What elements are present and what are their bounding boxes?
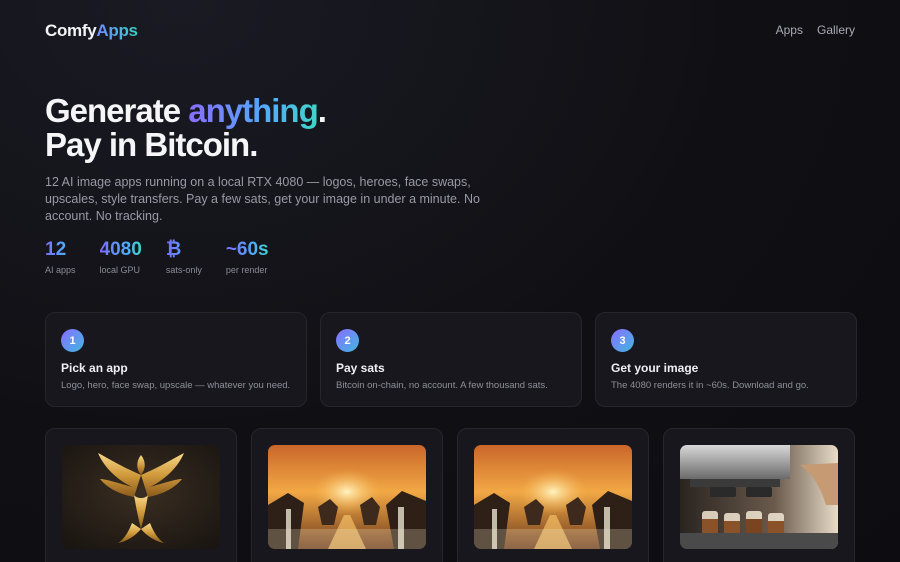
waterfall-sunset-image [268, 445, 426, 549]
how-it-works-steps: 1 Pick an app Logo, hero, face swap, ups… [45, 312, 857, 407]
stat-value: ~60s [225, 239, 269, 260]
nav-link-gallery[interactable]: Gallery [817, 23, 855, 37]
stat-label: per render [225, 265, 268, 275]
hero-title-prefix: Generate [45, 92, 189, 129]
bitcoin-icon: ₿ [166, 239, 202, 261]
nav-links: Apps Gallery [776, 23, 855, 37]
hero-title: Generate anything. Pay in Bitcoin. [45, 92, 327, 163]
stat-value: 12 [45, 239, 76, 261]
brand-name-part2: Apps [96, 21, 138, 40]
top-nav: ComfyApps Apps Gallery [0, 0, 900, 62]
step-description: Bitcoin on-chain, no account. A few thou… [336, 380, 548, 391]
step-card-get-image: 3 Get your image The 4080 renders it in … [595, 312, 857, 407]
step-card-pick-app: 1 Pick an app Logo, hero, face swap, ups… [45, 312, 307, 407]
step-number-badge: 2 [336, 329, 359, 352]
app-gallery [45, 428, 855, 562]
stat-label: local GPU [99, 265, 141, 275]
step-number-badge: 3 [611, 329, 634, 352]
hero-subtitle: 12 AI image apps running on a local RTX … [45, 175, 480, 223]
phoenix-logo-image [62, 445, 220, 549]
step-title: Pay sats [336, 361, 385, 375]
app-card-photo[interactable] [663, 428, 855, 562]
step-card-pay-sats: 2 Pay sats Bitcoin on-chain, no account.… [320, 312, 582, 407]
hero-title-line2: Pay in Bitcoin. [45, 126, 258, 163]
stat-label: AI apps [45, 265, 76, 275]
waterfall-sunset-image [474, 445, 632, 549]
hero-title-suffix: . [317, 92, 327, 129]
stat-gpu: 4080 local GPU [100, 239, 142, 275]
nav-link-apps[interactable]: Apps [776, 23, 803, 37]
step-title: Get your image [611, 361, 699, 375]
stat-render-time: ~60s per render [226, 239, 269, 275]
stat-label: sats-only [165, 265, 202, 275]
step-number-badge: 1 [61, 329, 84, 352]
step-title: Pick an app [61, 361, 128, 375]
hero-title-highlight: anything [188, 92, 318, 129]
app-card-hero[interactable] [251, 428, 443, 562]
app-card-hero-variant[interactable] [457, 428, 649, 562]
espresso-machine-image [680, 445, 838, 549]
app-card-logo[interactable] [45, 428, 237, 562]
stats-row: 12 AI apps 4080 local GPU ₿ sats-only ~6… [45, 239, 293, 275]
brand-name-part1: Comfy [45, 21, 97, 40]
step-description: The 4080 renders it in ~60s. Download an… [611, 380, 809, 391]
step-description: Logo, hero, face swap, upscale — whateve… [61, 380, 291, 391]
stat-value: 4080 [99, 239, 142, 260]
stat-apps: 12 AI apps [45, 239, 76, 275]
brand-logo[interactable]: ComfyApps [45, 21, 138, 41]
stat-sats: ₿ sats-only [166, 239, 202, 275]
